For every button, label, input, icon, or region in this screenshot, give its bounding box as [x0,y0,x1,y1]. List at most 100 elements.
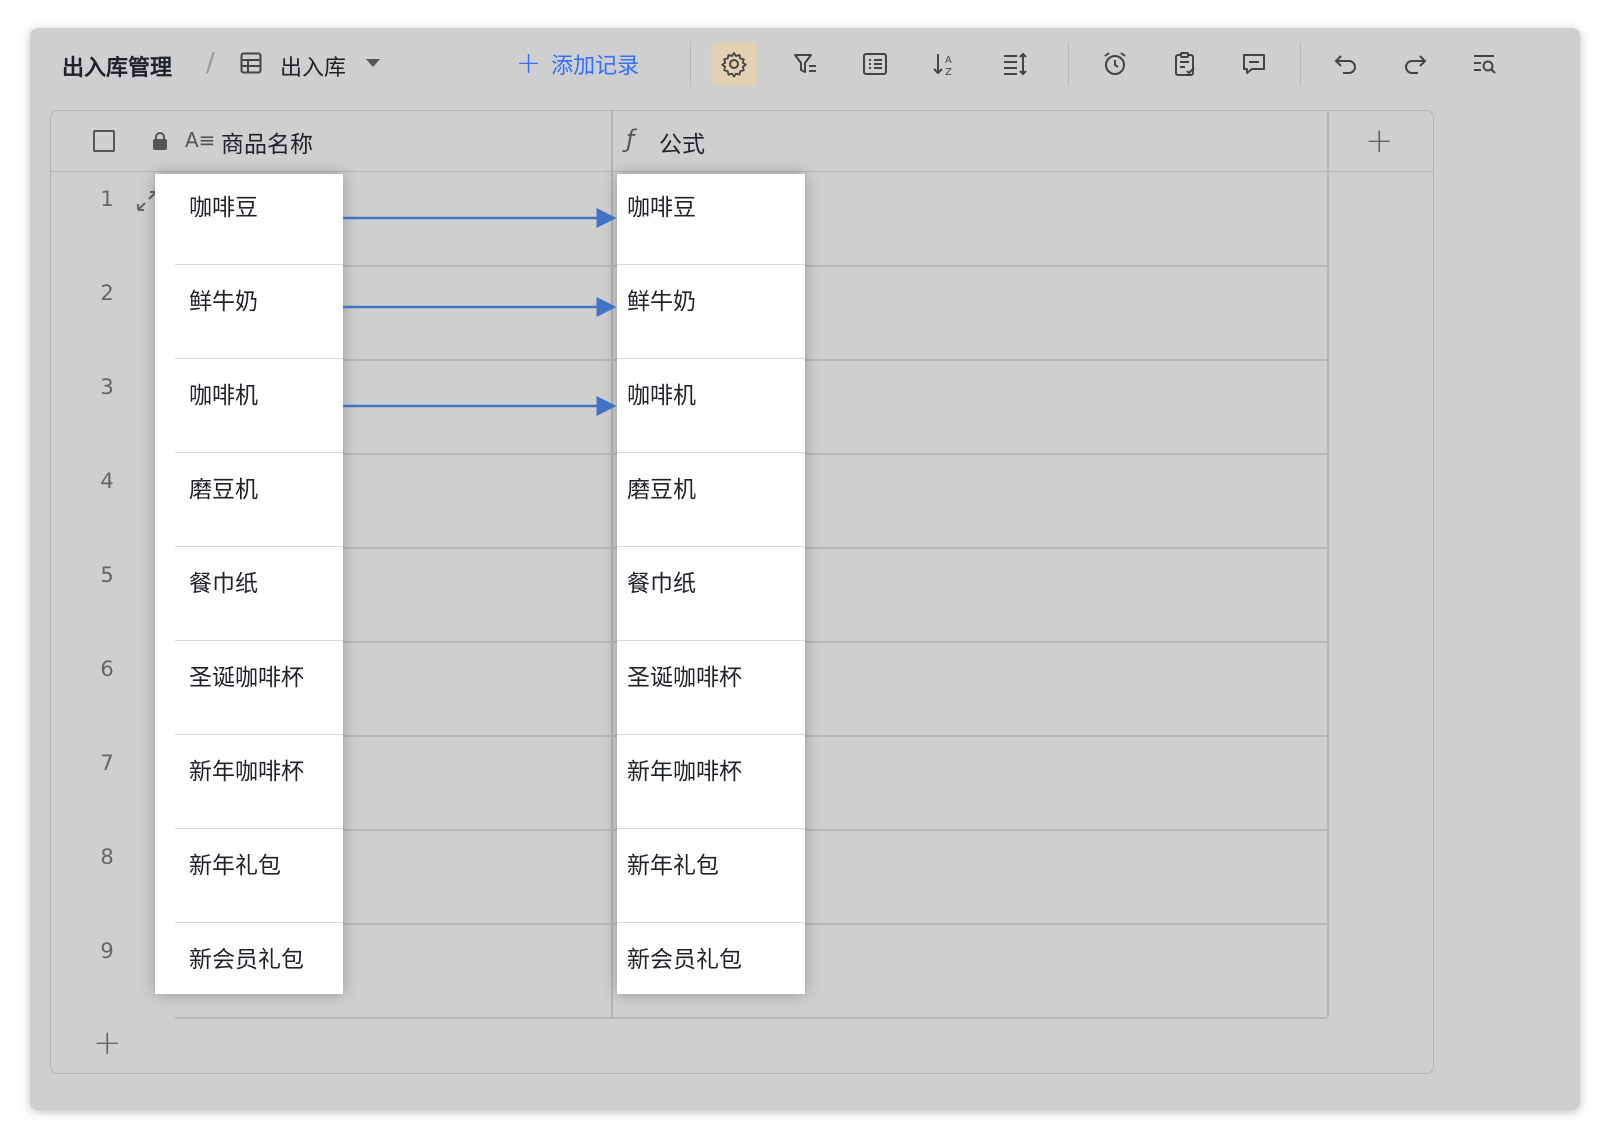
table-header: A≡ 商品名称 ƒ 公式 + [51,111,1433,172]
undo-button[interactable] [1323,42,1369,86]
cell-text: 新会员礼包 [189,947,304,973]
row-number: 5 [100,563,114,587]
table-cell[interactable]: 磨豆机 [155,456,343,550]
cell-text: 咖啡机 [189,383,258,409]
lock-icon [153,132,167,150]
table-cell[interactable]: 餐巾纸 [617,550,805,644]
group-button[interactable] [852,42,898,86]
column-header-formula[interactable]: 公式 [659,125,705,159]
cell-text: 咖啡豆 [627,195,696,221]
cell-text: 鲜牛奶 [627,289,696,315]
cell-text: 磨豆机 [189,477,258,503]
table-cell[interactable]: 新年咖啡杯 [617,738,805,832]
select-all-checkbox[interactable] [93,130,115,152]
cell-divider [175,452,343,453]
cell-divider [175,922,343,923]
cell-divider [617,546,805,547]
svg-text:Z: Z [945,67,952,78]
group-icon [863,53,887,75]
row-number: 9 [100,939,114,963]
cell-text: 咖啡机 [627,383,696,409]
cell-divider [175,358,343,359]
table-cell[interactable]: 咖啡豆 [155,174,343,268]
formula-column-highlight: 咖啡豆 鲜牛奶 咖啡机 磨豆机 餐巾纸 圣诞咖啡杯 新年咖啡杯 新年礼包 新会员… [617,174,805,994]
column-divider [611,111,613,1017]
comment-icon [1243,54,1265,74]
table-cell[interactable]: 圣诞咖啡杯 [155,644,343,738]
reminder-button[interactable] [1092,42,1138,86]
row-number: 6 [100,657,114,681]
cell-divider [617,264,805,265]
cell-divider [617,828,805,829]
grid-view-icon [240,52,262,74]
table-cell[interactable]: 新年礼包 [617,832,805,926]
table-cell[interactable]: 咖啡机 [155,362,343,456]
cell-text: 咖啡豆 [189,195,258,221]
add-column-button[interactable]: + [1365,121,1394,161]
add-record-label: 添加记录 [551,54,640,79]
filter-icon [794,54,816,73]
text-field-icon: A≡ [185,128,216,152]
cell-text: 餐巾纸 [189,571,258,597]
table-cell[interactable]: 新会员礼包 [617,926,805,1020]
row-number: 7 [100,751,114,775]
plus-icon: + [516,46,542,81]
table-cell[interactable]: 鲜牛奶 [617,268,805,362]
table-cell[interactable]: 新年礼包 [155,832,343,926]
form-button[interactable] [1162,42,1208,86]
undo-icon [1334,55,1356,74]
table-cell[interactable]: 圣诞咖啡杯 [617,644,805,738]
row-number: 4 [100,469,114,493]
cell-text: 圣诞咖啡杯 [189,665,304,691]
cell-text: 新年礼包 [189,853,281,879]
base-title[interactable]: 出入库管理 [62,50,172,82]
table-cell[interactable]: 咖啡机 [617,362,805,456]
sort-button[interactable]: AZ [922,42,968,86]
row-number: 8 [100,845,114,869]
cell-text: 新会员礼包 [627,947,742,973]
row-number: 3 [100,375,114,399]
cell-divider [175,546,343,547]
svg-text:A: A [945,55,952,66]
name-column-highlight: 咖啡豆 鲜牛奶 咖啡机 磨豆机 餐巾纸 圣诞咖啡杯 新年咖啡杯 新年礼包 新会员… [155,174,343,994]
cell-text: 新年礼包 [627,853,719,879]
toolbar-divider [1068,42,1069,86]
table-cell[interactable]: 磨豆机 [617,456,805,550]
view-name[interactable]: 出入库 [280,50,346,82]
search-button[interactable] [1462,42,1508,86]
column-header-name[interactable]: 商品名称 [221,125,313,159]
table-cell[interactable]: 新年咖啡杯 [155,738,343,832]
table-cell[interactable]: 餐巾纸 [155,550,343,644]
chevron-down-icon[interactable] [366,59,380,67]
settings-button[interactable] [711,42,757,86]
cell-text: 新年咖啡杯 [189,759,304,785]
cell-divider [617,734,805,735]
search-icon [1474,55,1496,74]
add-record-button[interactable]: + 添加记录 [516,46,639,82]
table-cell[interactable]: 咖啡豆 [617,174,805,268]
cell-divider [617,358,805,359]
breadcrumb-separator: / [206,48,215,78]
cell-text: 圣诞咖啡杯 [627,665,742,691]
cell-text: 磨豆机 [627,477,696,503]
toolbar-divider [690,42,691,86]
cell-text: 餐巾纸 [627,571,696,597]
table-cell[interactable]: 新会员礼包 [155,926,343,1020]
table-cell[interactable]: 鲜牛奶 [155,268,343,362]
cell-divider [617,640,805,641]
comment-button[interactable] [1231,42,1277,86]
cell-divider [175,828,343,829]
row-number: 1 [100,187,114,211]
toolbar: 出入库管理 / 出入库 + 添加记录 AZ [30,28,1580,100]
add-row-button[interactable]: + [93,1023,122,1063]
cell-divider [175,640,343,641]
clipboard-check-icon [1175,52,1195,76]
cell-divider [617,452,805,453]
toolbar-divider [1300,42,1301,86]
row-height-button[interactable] [992,42,1038,86]
cell-divider [617,922,805,923]
redo-icon [1405,55,1427,74]
sort-icon: AZ [933,54,952,78]
filter-button[interactable] [782,42,828,86]
redo-button[interactable] [1392,42,1438,86]
